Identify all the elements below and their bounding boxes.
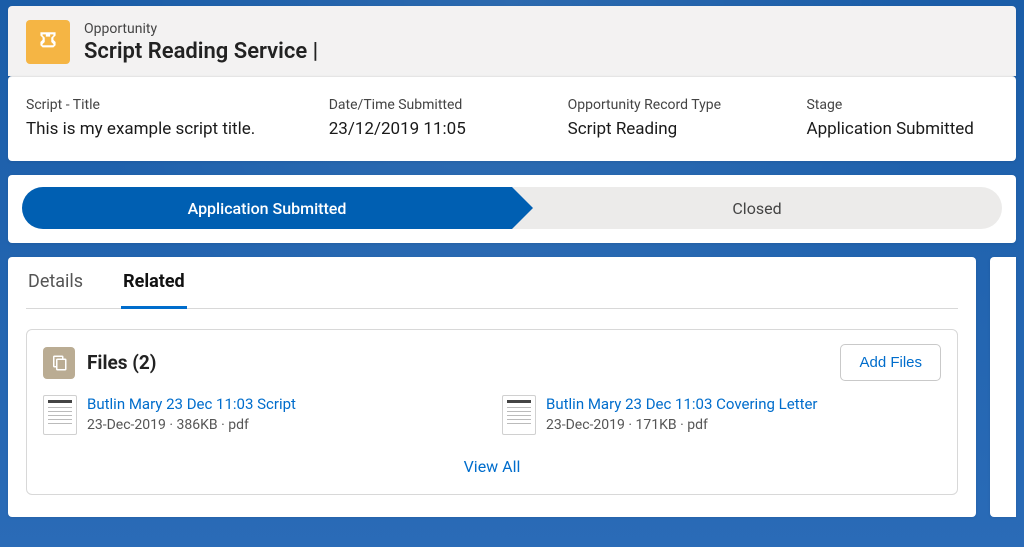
file-item[interactable]: Butlin Mary 23 Dec 11:03 Script 23-Dec-2…	[43, 395, 482, 435]
opportunity-icon	[26, 20, 70, 64]
field-value: 23/12/2019 11:05	[329, 119, 548, 139]
field-label: Script - Title	[26, 97, 309, 113]
file-name-link[interactable]: Butlin Mary 23 Dec 11:03 Script	[87, 395, 296, 413]
path-stage-closed[interactable]: Closed	[512, 187, 1002, 229]
field-value: Script Reading	[568, 119, 787, 139]
object-label: Opportunity	[84, 21, 318, 37]
path-stage-application-submitted[interactable]: Application Submitted	[22, 187, 512, 229]
files-card-title: Files (2)	[87, 351, 156, 374]
file-thumbnail-icon	[502, 395, 536, 435]
tab-related[interactable]: Related	[121, 271, 187, 309]
view-all-link[interactable]: View All	[464, 457, 521, 476]
field-record-type: Opportunity Record Type Script Reading	[568, 97, 787, 139]
files-list: Butlin Mary 23 Dec 11:03 Script 23-Dec-2…	[43, 395, 941, 435]
tabs: Details Related	[26, 257, 958, 309]
file-thumbnail-icon	[43, 395, 77, 435]
add-files-button[interactable]: Add Files	[840, 344, 941, 381]
path-panel: Application Submitted Closed	[8, 175, 1016, 243]
field-date-submitted: Date/Time Submitted 23/12/2019 11:05	[329, 97, 548, 139]
field-label: Stage	[806, 97, 998, 113]
files-card: Files (2) Add Files Butlin Mary 23 Dec 1…	[26, 329, 958, 495]
tab-label: Details	[28, 271, 83, 292]
side-column	[990, 257, 1016, 517]
field-stage: Stage Application Submitted	[806, 97, 998, 139]
path: Application Submitted Closed	[22, 187, 1002, 229]
file-item[interactable]: Butlin Mary 23 Dec 11:03 Covering Letter…	[502, 395, 941, 435]
files-icon	[43, 347, 75, 379]
record-title: Script Reading Service |	[84, 39, 318, 64]
field-script-title: Script - Title This is my example script…	[26, 97, 309, 139]
field-value: This is my example script title.	[26, 119, 309, 139]
file-name-link[interactable]: Butlin Mary 23 Dec 11:03 Covering Letter	[546, 395, 818, 413]
field-label: Date/Time Submitted	[329, 97, 548, 113]
files-card-header: Files (2) Add Files	[43, 344, 941, 381]
field-value: Application Submitted	[806, 119, 998, 139]
view-all-wrap: View All	[43, 435, 941, 488]
path-stage-label: Closed	[732, 199, 781, 218]
field-label: Opportunity Record Type	[568, 97, 787, 113]
tab-label: Related	[123, 271, 185, 292]
record-header: Opportunity Script Reading Service |	[8, 6, 1016, 76]
file-subtext: 23-Dec-2019 · 171KB · pdf	[546, 417, 818, 433]
path-stage-label: Application Submitted	[188, 199, 347, 218]
main-column: Details Related Files (2) Add Files	[8, 257, 976, 517]
file-subtext: 23-Dec-2019 · 386KB · pdf	[87, 417, 296, 433]
tab-details[interactable]: Details	[26, 271, 85, 309]
highlights-panel: Script - Title This is my example script…	[8, 76, 1016, 161]
